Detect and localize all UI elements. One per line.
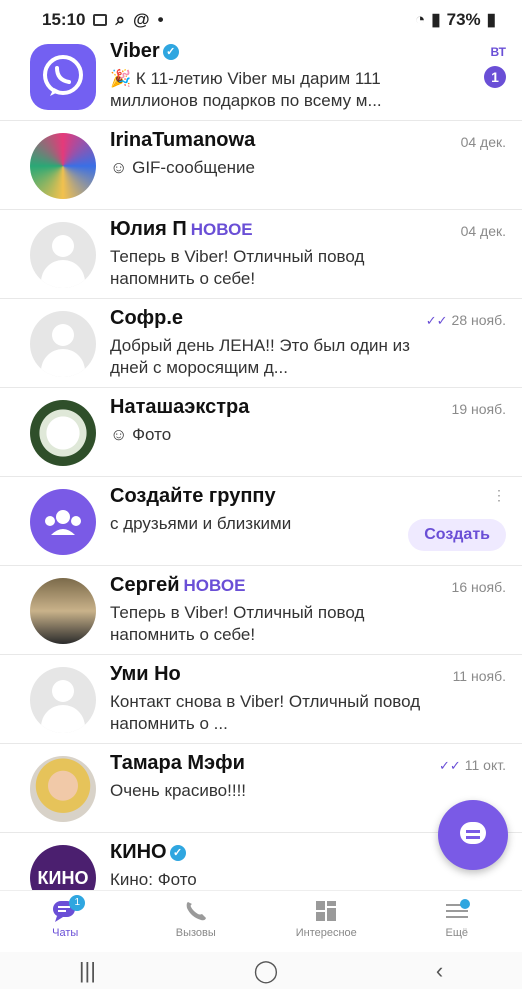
chat-name: Софр.е — [110, 307, 184, 329]
tab-label: Вызовы — [175, 927, 216, 939]
battery-level: 73% — [446, 10, 481, 29]
tab-label: Ещё — [445, 927, 468, 939]
viber-logo-icon — [30, 44, 96, 110]
status-time: 15:10 — [42, 10, 86, 29]
chat-preview: Теперь в Viber! Отличный повод напомнить… — [110, 247, 365, 288]
tab-calls[interactable]: Вызовы — [131, 891, 262, 953]
group-icon — [30, 489, 96, 555]
bottom-tab-bar: 1 Чаты Вызовы Интересное Ещё — [0, 890, 522, 953]
chat-preview: Теперь в Viber! Отличный повод напомнить… — [110, 603, 365, 644]
chat-name: IrinaTumanowa — [110, 129, 256, 151]
avatar-placeholder — [30, 222, 96, 288]
chat-preview: Очень красиво!!!! — [110, 781, 247, 800]
avatar-placeholder — [30, 667, 96, 733]
more-icon[interactable]: ⋮ — [492, 487, 506, 504]
chat-row-viber[interactable]: Viber ✓ 🎉 К 11-летию Viber мы дарим 111 м… — [0, 32, 522, 121]
avatar — [30, 133, 96, 199]
chat-name: Создайте группу — [110, 485, 276, 507]
create-group-row[interactable]: Создайте группу с друзьями и близкими ⋮ … — [0, 477, 522, 566]
gif-icon: ☺ — [110, 158, 133, 177]
avatar — [30, 756, 96, 822]
chat-name: КИНО ✓ — [110, 841, 186, 864]
chat-preview: ☺ GIF-сообщение — [110, 158, 256, 177]
read-checks-icon: ✓✓ — [425, 313, 448, 328]
chat-name: Сергей НОВОЕ — [110, 574, 246, 596]
chat-row-umi[interactable]: Уми Но Контакт снова в Viber! Отличный п… — [0, 655, 522, 744]
chat-name: Наташаэкстра — [110, 396, 250, 418]
tab-label: Интересное — [295, 927, 357, 939]
verified-icon: ✓ — [169, 845, 186, 861]
chat-date: ✓✓ 28 нояб. — [425, 312, 506, 328]
explore-grid-icon — [312, 899, 340, 923]
tab-chats[interactable]: 1 Чаты — [0, 891, 131, 953]
tab-label: Чаты — [52, 927, 79, 939]
chat-date: ВТ — [490, 45, 506, 59]
system-nav-bar: ||| ◯ ‹ — [0, 952, 522, 989]
chat-row-yulia[interactable]: Юлия П НОВОЕ Теперь в Viber! Отличный пов… — [0, 210, 522, 299]
chat-row-natasha[interactable]: Наташаэкстра ☺ Фото 19 нояб. — [0, 388, 522, 477]
unread-badge: 1 — [484, 66, 506, 88]
chat-bubble-icon — [460, 822, 486, 844]
chat-preview: Контакт снова в Viber! Отличный повод на… — [110, 692, 421, 733]
avatar — [30, 578, 96, 644]
chat-name: Viber ✓ — [110, 40, 179, 63]
chat-date: 04 дек. — [460, 223, 506, 239]
photo-icon: ☺ — [110, 425, 133, 444]
chat-preview: 🎉 К 11-летию Viber мы дарим 111 миллионо… — [110, 69, 382, 110]
home-icon[interactable]: ◯ — [254, 958, 279, 984]
avatar-placeholder — [30, 311, 96, 377]
search-icon: ⌕ — [115, 10, 126, 29]
chat-row-sofr[interactable]: Софр.е Добрый день ЛЕНА!! Это был один и… — [0, 299, 522, 388]
tab-explore[interactable]: Интересное — [261, 891, 392, 953]
chat-name: Тамара Мэфи — [110, 752, 245, 774]
chat-row-irina[interactable]: IrinaTumanowa ☺ GIF-сообщение 04 дек. — [0, 121, 522, 210]
chat-date: 11 нояб. — [452, 668, 506, 684]
dot-icon: • — [157, 10, 164, 29]
chat-name: Уми Но — [110, 663, 181, 685]
recent-apps-icon[interactable]: ||| — [79, 958, 96, 984]
compose-button[interactable] — [438, 800, 508, 870]
chat-date: 16 нояб. — [451, 579, 506, 595]
verified-icon: ✓ — [162, 44, 179, 60]
chat-preview: Добрый день ЛЕНА!! Это был один из дней … — [110, 336, 410, 377]
new-label: НОВОЕ — [190, 220, 253, 239]
chat-date: 04 дек. — [460, 134, 506, 150]
avatar — [30, 400, 96, 466]
chat-row-sergey[interactable]: Сергей НОВОЕ Теперь в Viber! Отличный пов… — [0, 566, 522, 655]
chat-preview: Кино: Фото — [110, 870, 197, 889]
menu-icon — [443, 899, 471, 923]
signal-icon: ▮ — [431, 10, 441, 29]
chat-date: 19 нояб. — [451, 401, 506, 417]
chat-list: Viber ✓ 🎉 К 11-летию Viber мы дарим 111 м… — [0, 32, 522, 922]
tab-more[interactable]: Ещё — [392, 891, 522, 953]
back-icon[interactable]: ‹ — [436, 958, 443, 984]
gallery-icon — [93, 14, 108, 26]
new-label: НОВОЕ — [183, 576, 246, 595]
battery-icon: ▮ — [486, 10, 496, 29]
phone-icon — [182, 899, 210, 923]
chat-preview: ☺ Фото — [110, 425, 172, 444]
create-group-button[interactable]: Создать — [408, 519, 506, 551]
read-checks-icon: ✓✓ — [438, 758, 461, 773]
at-icon: @ — [133, 10, 150, 29]
chat-name: Юлия П НОВОЕ — [110, 218, 253, 240]
chat-preview: с друзьями и близкими — [110, 514, 292, 533]
wifi-icon: ◔ — [414, 10, 426, 29]
chat-date: ✓✓ 11 окт. — [438, 757, 506, 773]
tab-badge: 1 — [69, 895, 86, 911]
chats-icon: 1 — [51, 895, 86, 923]
